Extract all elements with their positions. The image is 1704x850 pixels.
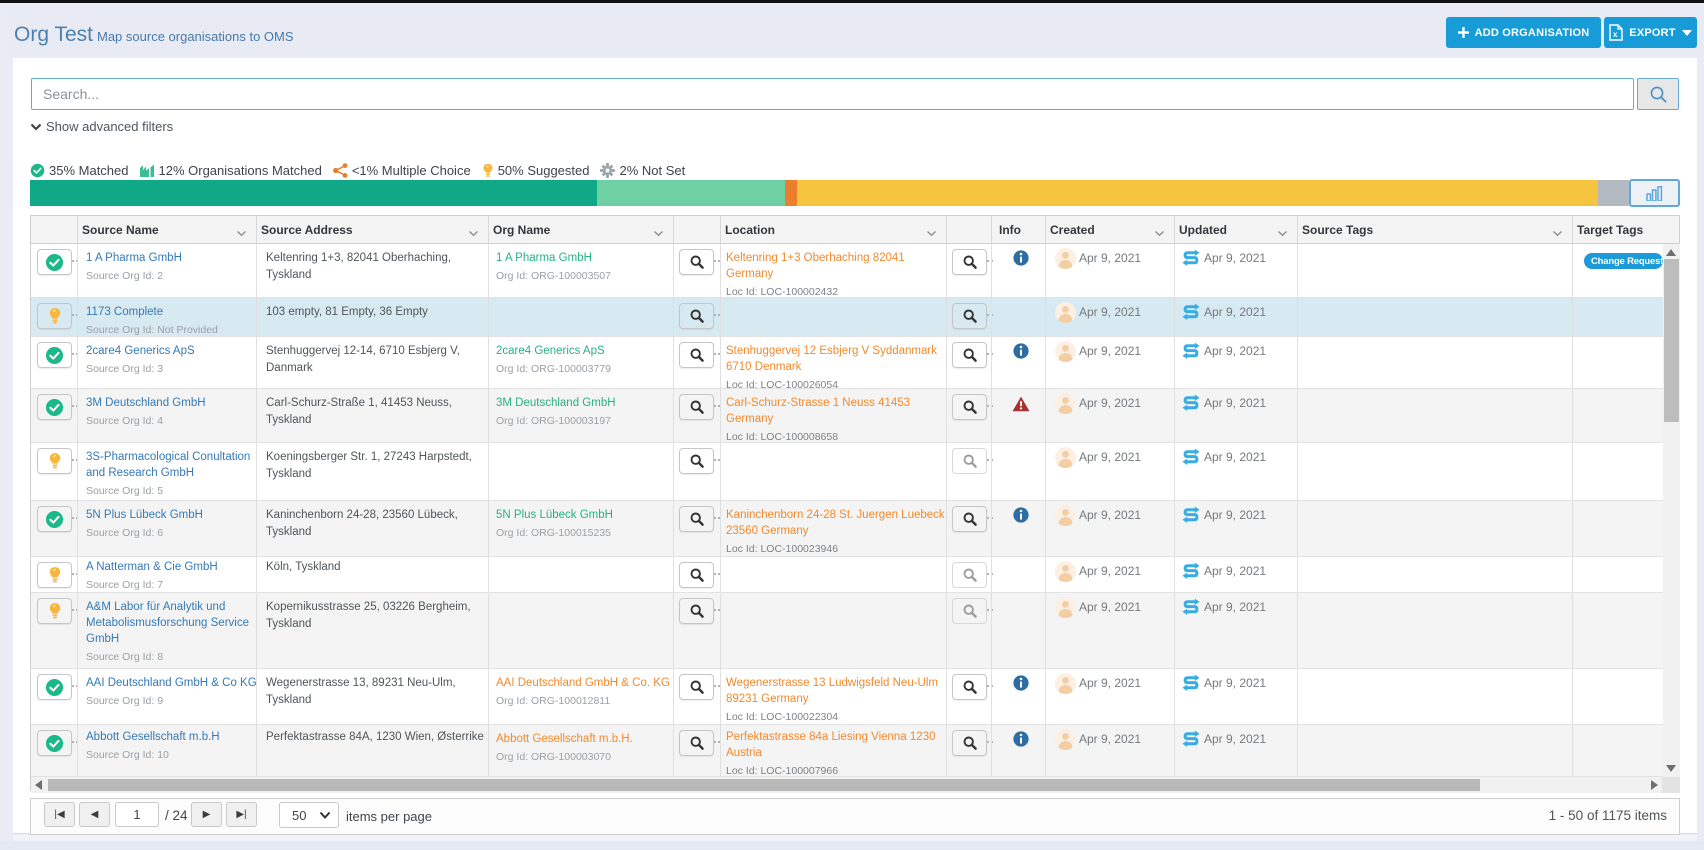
svg-text:x: x — [1613, 30, 1618, 39]
